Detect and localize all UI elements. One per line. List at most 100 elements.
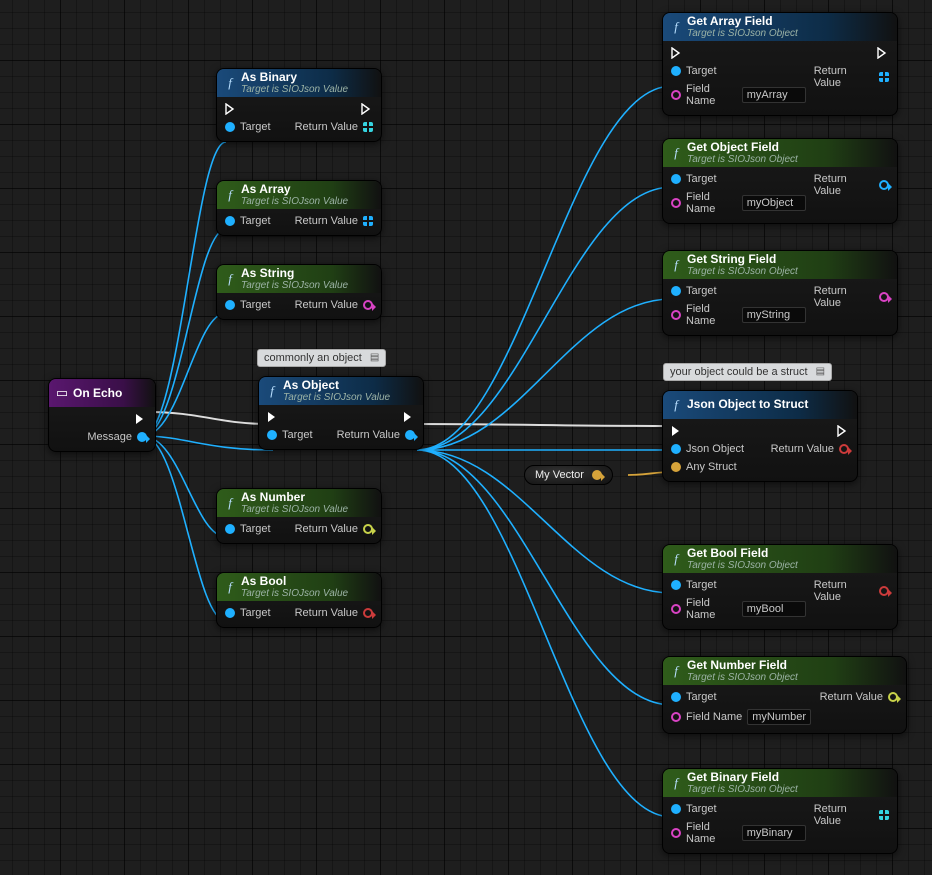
node-header[interactable]: f As Array Target is SIOJson Value (217, 181, 381, 209)
target-input-pin[interactable]: Target (671, 691, 811, 703)
comment-text: commonly an object (264, 352, 362, 364)
node-title: Get Binary Field (687, 771, 798, 784)
field-name-input-pin[interactable]: Field Name (671, 191, 806, 215)
target-input-pin[interactable]: Target (671, 579, 806, 591)
comment-clip-icon: ▤ (370, 353, 379, 363)
target-input-pin[interactable]: Target (671, 285, 806, 297)
node-as-object[interactable]: f As Object Target is SIOJson Value Targ… (258, 376, 424, 450)
field-name-input[interactable] (742, 195, 806, 211)
node-get-array-field[interactable]: f Get Array Field Target is SIOJson Obje… (662, 12, 898, 116)
field-name-input[interactable] (742, 825, 806, 841)
field-name-input-pin[interactable]: Field Name (671, 303, 806, 327)
return-value-output-pin[interactable]: Return Value (771, 443, 849, 455)
node-get-bool-field[interactable]: f Get Bool Field Target is SIOJson Objec… (662, 544, 898, 630)
return-value-output-pin[interactable]: Return Value (295, 299, 373, 311)
function-icon: f (669, 20, 683, 34)
node-header[interactable]: f Get Binary Field Target is SIOJson Obj… (663, 769, 897, 797)
node-as-array[interactable]: f As Array Target is SIOJson Value Targe… (216, 180, 382, 236)
node-get-object-field[interactable]: f Get Object Field Target is SIOJson Obj… (662, 138, 898, 224)
exec-input-pin[interactable] (225, 103, 271, 115)
return-value-output-pin[interactable]: Return Value (295, 215, 373, 227)
target-input-pin[interactable]: Target (225, 121, 271, 133)
node-header[interactable]: f Get Number Field Target is SIOJson Obj… (663, 657, 906, 685)
exec-input-pin[interactable] (267, 411, 313, 423)
target-input-pin[interactable]: Target (671, 65, 806, 77)
exec-output-pin[interactable] (877, 47, 889, 59)
field-name-input[interactable] (742, 307, 806, 323)
exec-input-pin[interactable] (671, 425, 744, 437)
exec-output-pin[interactable] (135, 413, 147, 425)
node-title: Get Array Field (687, 15, 798, 28)
node-as-string[interactable]: f As String Target is SIOJson Value Targ… (216, 264, 382, 320)
exec-output-pin[interactable] (361, 103, 373, 115)
node-header[interactable]: f As Binary Target is SIOJson Value (217, 69, 381, 97)
return-value-output-pin[interactable]: Return Value (814, 65, 889, 89)
field-name-input-pin[interactable]: Field Name (671, 597, 806, 621)
node-get-number-field[interactable]: f Get Number Field Target is SIOJson Obj… (662, 656, 907, 734)
return-value-output-pin[interactable]: Return Value (820, 691, 898, 703)
return-value-output-pin[interactable]: Return Value (814, 173, 889, 197)
return-value-output-pin[interactable]: Return Value (814, 803, 889, 827)
node-header[interactable]: f Get Bool Field Target is SIOJson Objec… (663, 545, 897, 573)
node-header[interactable]: f As Bool Target is SIOJson Value (217, 573, 381, 601)
field-name-input-pin[interactable]: Field Name (671, 83, 806, 107)
node-as-binary[interactable]: f As Binary Target is SIOJson Value Targ… (216, 68, 382, 142)
node-subtitle: Target is SIOJson Value (283, 392, 390, 403)
return-value-output-pin[interactable]: Return Value (814, 285, 889, 309)
return-value-output-pin[interactable]: Return Value (295, 121, 373, 133)
any-struct-input-pin[interactable]: Any Struct (671, 461, 744, 473)
node-subtitle: Target is SIOJson Value (241, 84, 348, 95)
return-value-output-pin[interactable]: Return Value (295, 607, 373, 619)
function-icon: f (669, 258, 683, 272)
exec-output-pin[interactable] (837, 425, 849, 437)
node-json-object-to-struct[interactable]: f Json Object to Struct Json Object Any … (662, 390, 858, 482)
node-title: As Object (283, 379, 390, 392)
return-value-output-pin[interactable]: Return Value (337, 429, 415, 441)
node-header[interactable]: f Get Array Field Target is SIOJson Obje… (663, 13, 897, 41)
node-title: Get Bool Field (687, 547, 798, 560)
node-header[interactable]: f Get String Field Target is SIOJson Obj… (663, 251, 897, 279)
field-name-input-pin[interactable]: Field Name (671, 709, 811, 725)
field-name-input-pin[interactable]: Field Name (671, 821, 806, 845)
function-icon: f (669, 664, 683, 678)
field-name-input[interactable] (747, 709, 811, 725)
node-get-binary-field[interactable]: f Get Binary Field Target is SIOJson Obj… (662, 768, 898, 854)
node-subtitle: Target is SIOJson Value (241, 280, 348, 291)
node-header[interactable]: f Json Object to Struct (663, 391, 857, 419)
json-object-input-pin[interactable]: Json Object (671, 443, 744, 455)
node-subtitle: Target is SIOJson Object (687, 28, 798, 39)
node-get-string-field[interactable]: f Get String Field Target is SIOJson Obj… (662, 250, 898, 336)
node-as-bool[interactable]: f As Bool Target is SIOJson Value Target… (216, 572, 382, 628)
exec-input-pin[interactable] (671, 47, 806, 59)
function-icon: f (669, 776, 683, 790)
field-name-input[interactable] (742, 87, 806, 103)
node-title: Get String Field (687, 253, 798, 266)
return-value-output-pin[interactable]: Return Value (295, 523, 373, 535)
node-title: As Bool (241, 575, 348, 588)
target-input-pin[interactable]: Target (225, 523, 271, 535)
exec-output-pin[interactable] (403, 411, 415, 423)
field-name-input[interactable] (742, 601, 806, 617)
comment-struct[interactable]: your object could be a struct ▤ (663, 363, 832, 381)
comment-as-object[interactable]: commonly an object ▤ (257, 349, 386, 367)
node-header[interactable]: f As String Target is SIOJson Value (217, 265, 381, 293)
target-input-pin[interactable]: Target (267, 429, 313, 441)
function-icon: f (223, 580, 237, 594)
node-header[interactable]: f As Object Target is SIOJson Value (259, 377, 423, 405)
variable-my-vector[interactable]: My Vector (524, 465, 613, 485)
message-output-pin[interactable]: Message (87, 431, 147, 443)
node-event-on-echo[interactable]: ▭ On Echo Message (48, 378, 156, 452)
node-title: As Binary (241, 71, 348, 84)
return-value-output-pin[interactable]: Return Value (814, 579, 889, 603)
target-input-pin[interactable]: Target (225, 215, 271, 227)
node-as-number[interactable]: f As Number Target is SIOJson Value Targ… (216, 488, 382, 544)
target-input-pin[interactable]: Target (225, 607, 271, 619)
target-input-pin[interactable]: Target (671, 173, 806, 185)
target-input-pin[interactable]: Target (225, 299, 271, 311)
node-title: Json Object to Struct (687, 398, 808, 411)
target-input-pin[interactable]: Target (671, 803, 806, 815)
node-header[interactable]: f As Number Target is SIOJson Value (217, 489, 381, 517)
node-header[interactable]: f Get Object Field Target is SIOJson Obj… (663, 139, 897, 167)
node-header[interactable]: ▭ On Echo (49, 379, 155, 407)
variable-output-pin[interactable] (592, 470, 602, 480)
